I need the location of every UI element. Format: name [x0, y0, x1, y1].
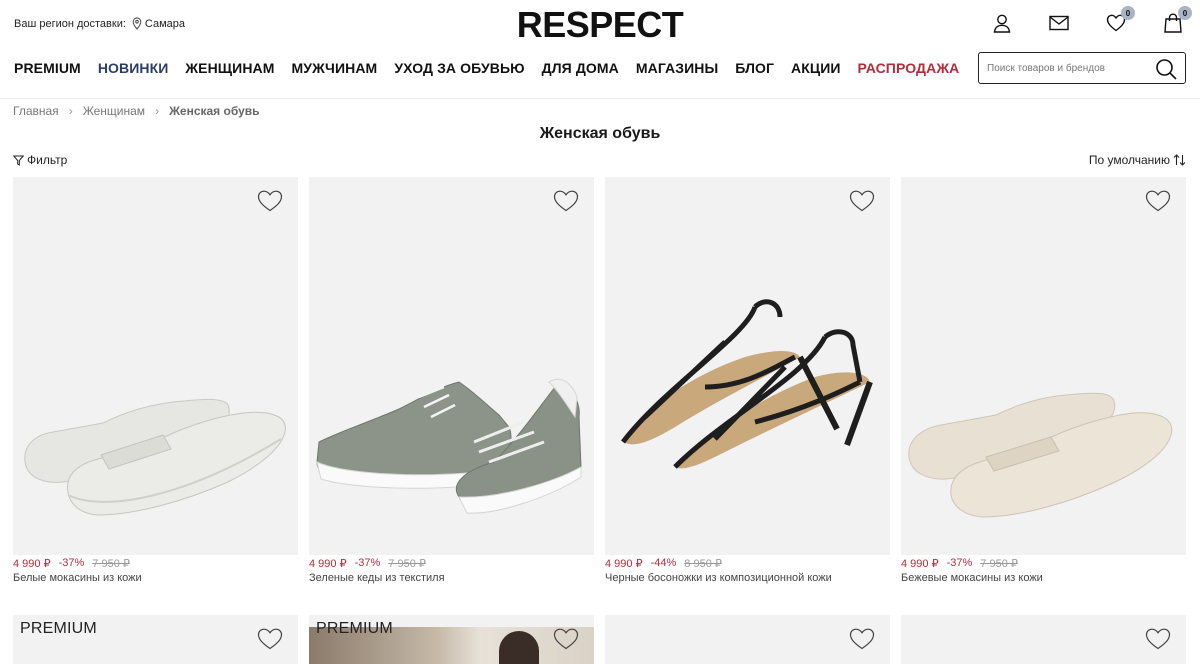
- heart-outline-icon: [1145, 628, 1171, 650]
- product-name[interactable]: Зеленые кеды из текстиля: [309, 572, 594, 584]
- chevron-right-icon: ›: [68, 104, 73, 118]
- product-name[interactable]: Белые мокасины из кожи: [13, 572, 298, 584]
- product-card[interactable]: [605, 615, 890, 664]
- product-discount: -44%: [650, 557, 677, 569]
- header-divider: [0, 98, 1200, 99]
- premium-tag: PREMIUM: [316, 620, 393, 637]
- nav-item-promotions[interactable]: АКЦИИ: [791, 60, 841, 76]
- nav-item-new[interactable]: НОВИНКИ: [98, 60, 169, 76]
- breadcrumb-women[interactable]: Женщинам: [83, 104, 145, 118]
- white-loafers-image: [24, 398, 286, 516]
- sort-label: По умолчанию: [1088, 153, 1170, 167]
- product-old-price: 8 950 ₽: [684, 558, 722, 570]
- product-price-row: 4 990 ₽ -44% 8 950 ₽: [605, 557, 890, 570]
- product-discount: -37%: [354, 557, 381, 569]
- nav-item-stores[interactable]: МАГАЗИНЫ: [636, 60, 718, 76]
- filter-label: Фильтр: [27, 153, 68, 167]
- nav-item-premium[interactable]: PREMIUM: [14, 60, 81, 76]
- green-sneakers-image: [316, 378, 582, 514]
- breadcrumb-home[interactable]: Главная: [13, 104, 59, 118]
- main-navigation: PREMIUM НОВИНКИ ЖЕНЩИНАМ МУЖЧИНАМ УХОД З…: [14, 58, 976, 78]
- favorites-button[interactable]: 0: [1103, 6, 1135, 36]
- product-card[interactable]: 4 990 ₽ -37% 7 950 ₽ Бежевые мокасины из…: [901, 177, 1186, 584]
- product-card[interactable]: PREMIUM: [13, 615, 298, 664]
- beige-loafers-image: [908, 392, 1173, 518]
- product-name[interactable]: Бежевые мокасины из кожи: [901, 572, 1186, 584]
- heart-outline-icon: [257, 628, 283, 650]
- add-to-favorites-button[interactable]: [849, 628, 875, 655]
- product-old-price: 7 950 ₽: [388, 558, 426, 570]
- product-image[interactable]: [605, 615, 890, 664]
- heart-outline-icon: [553, 628, 579, 650]
- product-price: 4 990 ₽: [901, 558, 939, 570]
- add-to-favorites-button[interactable]: [553, 628, 579, 655]
- product-card[interactable]: 4 990 ₽ -44% 8 950 ₽ Черные босоножки из…: [605, 177, 890, 584]
- page-title: Женская обувь: [539, 125, 661, 142]
- product-card[interactable]: PREMIUM: [309, 615, 594, 664]
- breadcrumb: Главная › Женщинам › Женская обувь: [13, 104, 260, 118]
- premium-tag: PREMIUM: [20, 620, 97, 637]
- product-price-row: 4 990 ₽ -37% 7 950 ₽: [309, 557, 594, 570]
- top-bar: Ваш регион доставки: Самара RESPECT 0 0: [0, 0, 1200, 48]
- product-discount: -37%: [58, 557, 85, 569]
- nav-item-men[interactable]: МУЖЧИНАМ: [292, 60, 378, 76]
- cart-count-badge: 0: [1178, 6, 1192, 20]
- mail-icon: [1049, 15, 1069, 31]
- product-image[interactable]: [309, 177, 594, 555]
- add-to-favorites-button[interactable]: [257, 628, 283, 655]
- product-price-row: 4 990 ₽ -37% 7 950 ₽: [901, 557, 1186, 570]
- product-discount: -37%: [946, 557, 973, 569]
- account-button[interactable]: [989, 10, 1015, 36]
- filter-icon: [13, 155, 24, 166]
- product-old-price: 7 950 ₽: [92, 558, 130, 570]
- product-price-row: 4 990 ₽ -37% 7 950 ₽: [13, 557, 298, 570]
- search-input[interactable]: [987, 62, 1147, 74]
- search-button[interactable]: [1155, 58, 1177, 85]
- heart-outline-icon: [849, 628, 875, 650]
- nav-item-home[interactable]: ДЛЯ ДОМА: [542, 60, 619, 76]
- search-icon: [1156, 59, 1177, 80]
- breadcrumb-current: Женская обувь: [169, 104, 260, 118]
- product-image[interactable]: [13, 177, 298, 555]
- product-name[interactable]: Черные босоножки из композиционной кожи: [605, 572, 890, 584]
- add-to-favorites-button[interactable]: [1145, 628, 1171, 655]
- nav-item-shoe-care[interactable]: УХОД ЗА ОБУВЬЮ: [394, 60, 524, 76]
- sort-arrows-icon: [1173, 154, 1186, 166]
- product-card[interactable]: [901, 615, 1186, 664]
- cart-button[interactable]: 0: [1160, 6, 1192, 36]
- product-price: 4 990 ₽: [309, 558, 347, 570]
- header-icons: 0 0: [989, 6, 1192, 36]
- sort-selector[interactable]: По умолчанию: [1089, 153, 1186, 167]
- product-price: 4 990 ₽: [605, 558, 643, 570]
- product-card[interactable]: 4 990 ₽ -37% 7 950 ₽ Зеленые кеды из тек…: [309, 177, 594, 584]
- chevron-right-icon: ›: [155, 104, 160, 118]
- user-icon: [993, 14, 1011, 33]
- product-card[interactable]: 4 990 ₽ -37% 7 950 ₽ Белые мокасины из к…: [13, 177, 298, 584]
- black-sandals-image: [621, 299, 873, 469]
- nav-item-women[interactable]: ЖЕНЩИНАМ: [185, 60, 274, 76]
- product-image[interactable]: PREMIUM: [13, 615, 298, 664]
- nav-item-sale[interactable]: РАСПРОДАЖА: [858, 60, 960, 76]
- filter-button[interactable]: Фильтр: [13, 153, 67, 167]
- nav-item-blog[interactable]: БЛОГ: [735, 60, 774, 76]
- product-old-price: 7 950 ₽: [980, 558, 1018, 570]
- product-image[interactable]: [605, 177, 890, 555]
- product-image[interactable]: PREMIUM: [309, 615, 594, 664]
- search-box[interactable]: [978, 52, 1186, 84]
- messages-button[interactable]: [1046, 10, 1072, 36]
- product-price: 4 990 ₽: [13, 558, 51, 570]
- product-image[interactable]: [901, 177, 1186, 555]
- product-image[interactable]: [901, 615, 1186, 664]
- model-photo: [499, 631, 539, 664]
- favorites-count-badge: 0: [1121, 6, 1135, 20]
